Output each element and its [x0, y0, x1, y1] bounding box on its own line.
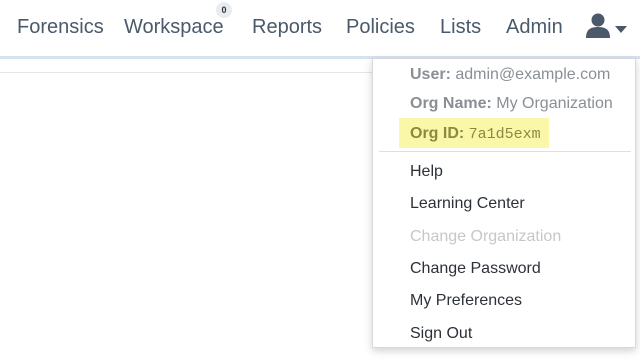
- org-name-row: Org Name: My Organization: [410, 94, 613, 114]
- nav-item-policies[interactable]: Policies: [346, 14, 415, 40]
- user-info-row: User: admin@example.com: [410, 65, 610, 85]
- org-id-value: 7a1d5exm: [468, 126, 541, 143]
- content-divider: [0, 72, 372, 73]
- menu-item-help[interactable]: Help: [410, 162, 443, 182]
- org-name-value: My Organization: [496, 95, 613, 112]
- user-label: User:: [410, 66, 451, 83]
- nav-item-admin[interactable]: Admin: [506, 14, 563, 40]
- caret-down-icon: [615, 26, 627, 33]
- nav-item-forensics[interactable]: Forensics: [17, 14, 104, 40]
- user-dropdown-menu: User: admin@example.com Org Name: My Org…: [372, 58, 636, 348]
- nav-item-workspace[interactable]: Workspace: [124, 14, 224, 40]
- org-id-row: Org ID: 7a1d5exm: [410, 124, 541, 145]
- menu-item-change-organization: Change Organization: [410, 228, 562, 245]
- menu-item-sign-out[interactable]: Sign Out: [410, 324, 472, 344]
- menu-item-my-preferences[interactable]: My Preferences: [410, 291, 522, 311]
- menu-item-learning-center[interactable]: Learning Center: [410, 194, 525, 214]
- menu-item-change-password[interactable]: Change Password: [410, 259, 541, 279]
- nav-item-lists[interactable]: Lists: [440, 14, 481, 40]
- org-name-label: Org Name:: [410, 95, 492, 112]
- page: Forensics Workspace 0 Reports Policies L…: [0, 0, 640, 363]
- menu-divider: [379, 151, 631, 152]
- org-id-label: Org ID:: [410, 125, 465, 142]
- top-navbar: Forensics Workspace 0 Reports Policies L…: [0, 0, 640, 56]
- user-menu-toggle[interactable]: [584, 12, 632, 42]
- user-email: admin@example.com: [455, 66, 611, 83]
- workspace-count-badge: 0: [216, 2, 232, 18]
- nav-item-reports[interactable]: Reports: [252, 14, 322, 40]
